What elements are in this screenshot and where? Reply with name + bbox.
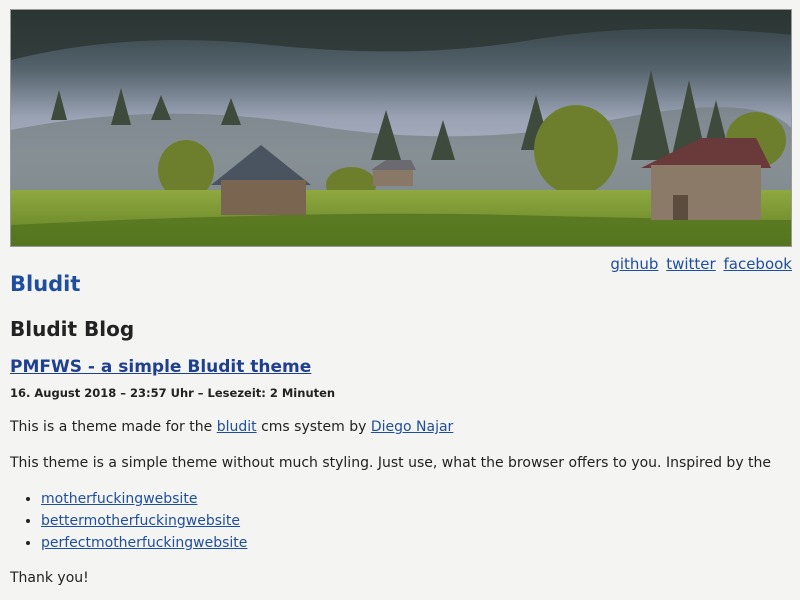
post-title-link[interactable]: PMFWS - a simple Bludit theme <box>10 357 311 377</box>
header-image <box>10 9 792 247</box>
closing-text: Thank you! <box>10 570 89 586</box>
blog-title: Bludit Blog <box>10 317 135 341</box>
post-paragraph: This theme is a simple theme without muc… <box>10 455 772 471</box>
bludit-link[interactable]: bludit <box>217 419 257 435</box>
inspiration-link[interactable]: bettermotherfuckingwebsite <box>41 513 240 529</box>
author-link[interactable]: Diego Najar <box>371 419 453 435</box>
github-link[interactable]: github <box>610 255 658 273</box>
list-item: motherfuckingwebsite <box>41 488 247 510</box>
post-meta: 16. August 2018 – 23:57 Uhr – Lesezeit: … <box>10 386 336 400</box>
facebook-link[interactable]: facebook <box>723 255 792 273</box>
post-title: PMFWS - a simple Bludit theme <box>10 357 311 377</box>
intro-middle: cms system by <box>256 419 371 435</box>
list-item: perfectmotherfuckingwebsite <box>41 532 247 554</box>
inspiration-link[interactable]: motherfuckingwebsite <box>41 491 197 507</box>
site-title[interactable]: Bludit <box>10 272 80 296</box>
social-links: github twitter facebook <box>607 255 792 273</box>
inspiration-link[interactable]: perfectmotherfuckingwebsite <box>41 535 247 551</box>
list-item: bettermotherfuckingwebsite <box>41 510 247 532</box>
inspiration-list: motherfuckingwebsite bettermotherfucking… <box>10 488 247 554</box>
twitter-link[interactable]: twitter <box>666 255 715 273</box>
post-intro-paragraph: This is a theme made for the bludit cms … <box>10 419 453 435</box>
intro-prefix: This is a theme made for the <box>10 419 217 435</box>
